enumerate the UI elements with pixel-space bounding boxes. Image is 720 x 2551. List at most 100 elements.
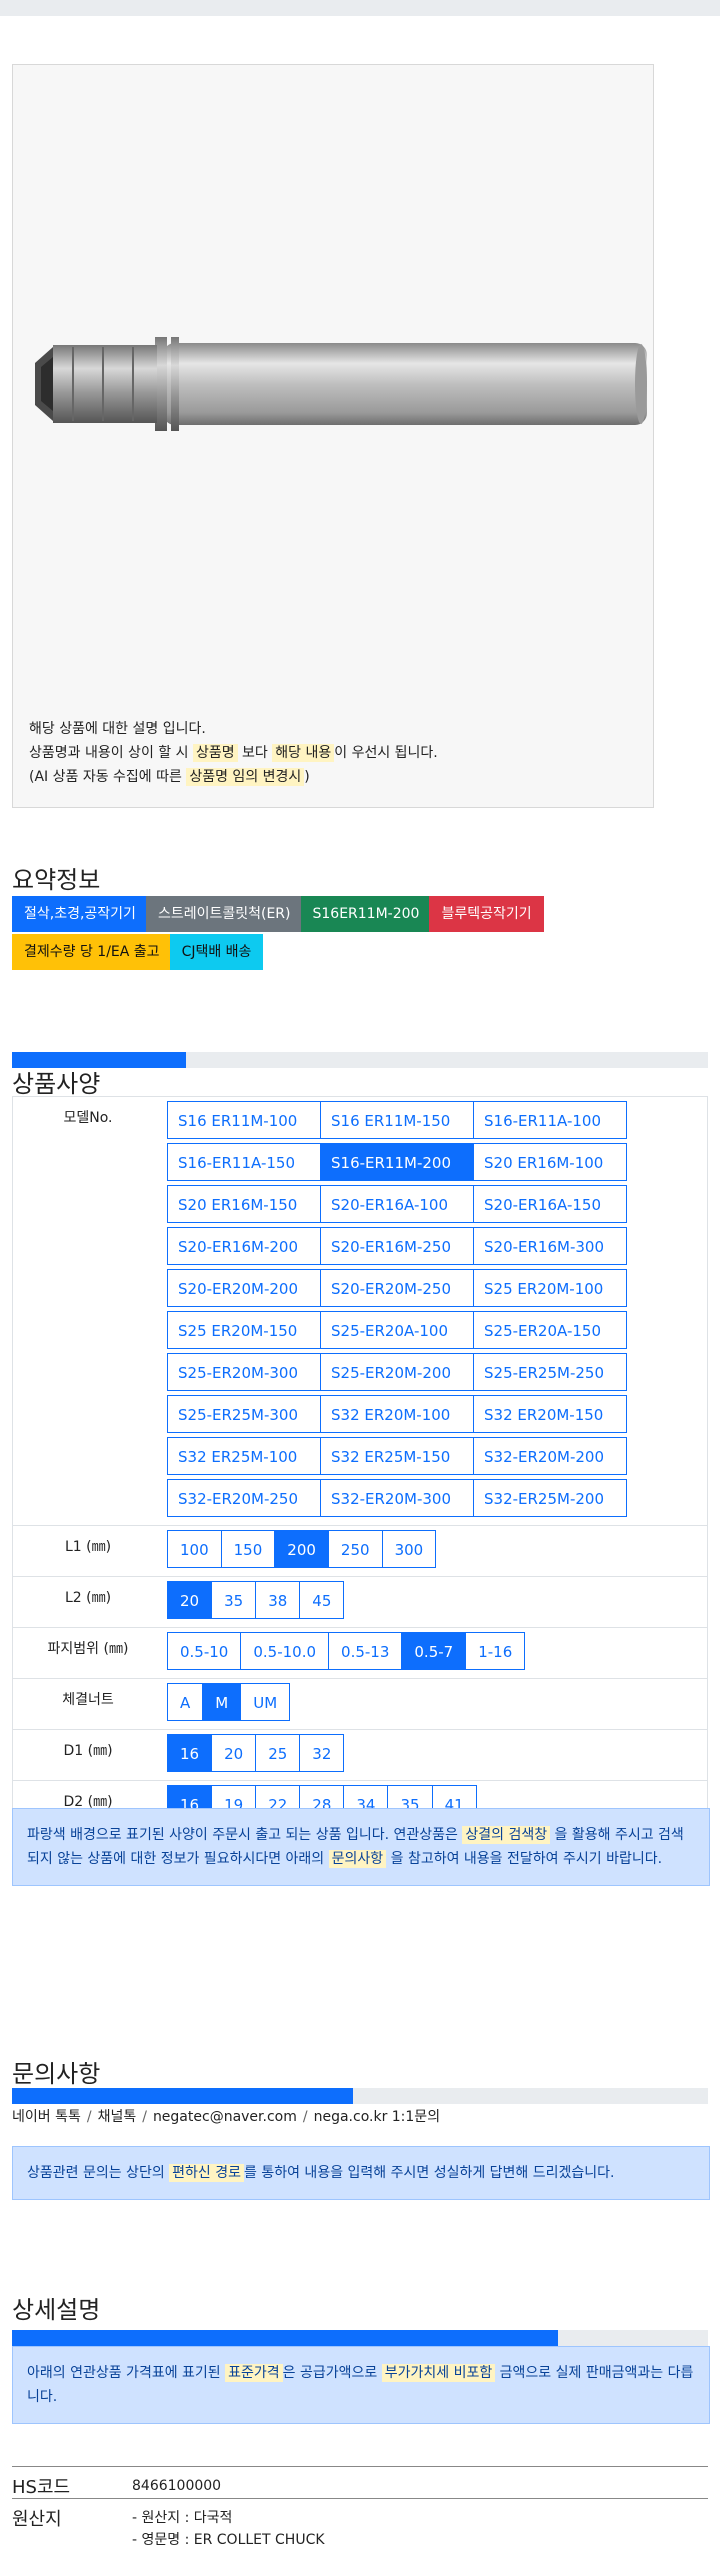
- spec-option-button[interactable]: S32-ER20M-300: [320, 1479, 474, 1517]
- hs-code-value: 8466100000: [132, 2478, 222, 2494]
- spec-option-button[interactable]: S32 ER20M-100: [320, 1395, 474, 1433]
- note-text: 상품관련 문의는 상단의: [27, 2165, 170, 2181]
- spec-option-button[interactable]: S25-ER20A-150: [473, 1311, 627, 1349]
- spec-option-button[interactable]: 1-16: [465, 1632, 526, 1670]
- summary-title: 요약정보: [12, 866, 101, 894]
- desc-text: 보다: [237, 745, 273, 761]
- spec-option-button[interactable]: S16-ER11A-100: [473, 1101, 627, 1139]
- spec-option-button[interactable]: S20-ER16M-300: [473, 1227, 627, 1265]
- desc-text: 이 우선시 됩니다.: [334, 745, 438, 761]
- spec-option-button[interactable]: S25 ER20M-100: [473, 1269, 627, 1307]
- note-highlight: 편하신 경로: [169, 2164, 245, 2182]
- link-separator: /: [302, 2109, 308, 2125]
- summary-badge: 블루텍공작기기: [429, 896, 544, 932]
- spec-option-button[interactable]: 20: [167, 1581, 213, 1619]
- spec-option-button[interactable]: S16-ER11M-200: [320, 1143, 474, 1181]
- inquiry-progress-fill: [12, 2088, 354, 2104]
- spec-option-button[interactable]: 35: [211, 1581, 257, 1619]
- spec-option-button[interactable]: S32-ER20M-250: [167, 1479, 321, 1517]
- spec-option-button[interactable]: 38: [255, 1581, 301, 1619]
- spec-row-options: 20 35 38 45: [163, 1576, 708, 1628]
- spec-option-button[interactable]: S16 ER11M-150: [320, 1101, 474, 1139]
- spec-option-button[interactable]: 0.5-7: [401, 1632, 467, 1670]
- spec-option-button[interactable]: 16: [167, 1734, 213, 1772]
- spec-option-button[interactable]: S20-ER16M-200: [167, 1227, 321, 1265]
- inquiry-progress-bar: [12, 2088, 708, 2104]
- inquiry-title: 문의사항: [12, 2060, 101, 2088]
- spec-option-button[interactable]: 0.5-13: [328, 1632, 403, 1670]
- spec-row-options: 0.5-10 0.5-10.0 0.5-13 0.5-7 1-16: [163, 1627, 708, 1679]
- spec-option-button[interactable]: S20 ER16M-150: [167, 1185, 321, 1223]
- spec-option-button[interactable]: 0.5-10.0: [240, 1632, 330, 1670]
- note-text: 를 통하여 내용을 입력해 주시면 성실하게 답변해 드리겠습니다.: [244, 2165, 615, 2181]
- spec-option-button[interactable]: 0.5-10: [167, 1632, 242, 1670]
- summary-badges: 절삭,초경,공작기기 스트레이트콜릿척(ER) S16ER11M-200 블루텍공작기…: [12, 896, 652, 972]
- detail-progress-bar: [12, 2330, 708, 2346]
- note-highlight: 문의사항: [328, 1850, 387, 1868]
- spec-option-button[interactable]: S25-ER25M-250: [473, 1353, 627, 1391]
- desc-line-1: 해당 상품에 대한 설명 입니다.: [29, 721, 206, 737]
- spec-option-button[interactable]: 200: [274, 1530, 329, 1568]
- spec-option-button[interactable]: S32 ER25M-100: [167, 1437, 321, 1475]
- spec-option-button[interactable]: S16-ER11A-150: [167, 1143, 321, 1181]
- desc-text: (AI 상품 자동 수집에 따른: [29, 769, 187, 785]
- spec-option-button[interactable]: S25-ER25M-300: [167, 1395, 321, 1433]
- summary-badge: 절삭,초경,공작기기: [12, 896, 148, 932]
- spec-progress-bar: [12, 1052, 708, 1068]
- summary-badge: S16ER11M-200: [300, 896, 432, 932]
- spec-row-label: L1 (㎜): [12, 1525, 163, 1577]
- inquiry-note: 상품관련 문의는 상단의 편하신 경로 를 통하여 내용을 입력해 주시면 성실하…: [12, 2146, 710, 2200]
- spec-row-label: L2 (㎜): [12, 1576, 163, 1628]
- link-separator: /: [142, 2109, 147, 2125]
- summary-badge: 결제수량 당 1/EA 출고: [12, 934, 172, 970]
- email-link[interactable]: negatec@naver.com: [153, 2109, 297, 2125]
- note-text: 파랑색 배경으로 표기된 사양이 주문시 출고 되는 상품 입니다. 연관상품은: [27, 1827, 463, 1843]
- inquiry-links: 네이버 톡톡 / 채널톡 / negatec@naver.com / nega.co.kr …: [12, 2106, 440, 2126]
- spec-option-button[interactable]: 300: [381, 1530, 437, 1568]
- spec-option-button[interactable]: S16 ER11M-100: [167, 1101, 321, 1139]
- spec-option-button[interactable]: S20-ER16A-150: [473, 1185, 627, 1223]
- spec-option-button[interactable]: 250: [327, 1530, 383, 1568]
- spec-option-button[interactable]: 25: [255, 1734, 301, 1772]
- naver-talk-link[interactable]: 네이버 톡톡: [12, 2109, 81, 2125]
- summary-badge: 스트레이트콜릿척(ER): [145, 896, 303, 932]
- desc-highlight: 상품명: [192, 744, 238, 762]
- spec-option-button[interactable]: S32 ER25M-150: [320, 1437, 474, 1475]
- spec-option-button[interactable]: S20-ER20M-250: [320, 1269, 474, 1307]
- spec-option-button[interactable]: S25-ER20M-300: [167, 1353, 321, 1391]
- spec-row-options: S16 ER11M-100 S16 ER11M-150 S16-ER11A-100 S…: [163, 1096, 708, 1526]
- spec-option-button[interactable]: S32-ER25M-200: [473, 1479, 627, 1517]
- spec-option-button[interactable]: S20 ER16M-100: [473, 1143, 627, 1181]
- spec-option-button[interactable]: 32: [299, 1734, 345, 1772]
- spec-option-button[interactable]: S25 ER20M-150: [167, 1311, 321, 1349]
- spec-option-button[interactable]: S32-ER20M-200: [473, 1437, 627, 1475]
- spec-option-button[interactable]: S20-ER20M-200: [167, 1269, 321, 1307]
- spec-option-button[interactable]: S32 ER20M-150: [473, 1395, 627, 1433]
- spec-option-button[interactable]: 45: [299, 1581, 345, 1619]
- channel-talk-link[interactable]: 채널톡: [98, 2109, 137, 2125]
- desc-line-2: 상품명과 내용이 상이 할 시 상품명 보다 해당 내용 이 우선시 됩니다.: [29, 741, 438, 765]
- site-inquiry-link[interactable]: nega.co.kr 1:1문의: [314, 2109, 440, 2125]
- spec-row: 체결너트 A M UM: [12, 1678, 708, 1730]
- hs-code-row: HS코드 8466100000: [12, 2466, 708, 2501]
- detail-note: 아래의 연관상품 가격표에 표기된 표준가격 은 공급가액으로 부가가치세 비포함…: [12, 2346, 710, 2424]
- spec-row: 모델No. S16 ER11M-100 S16 ER11M-150 S16-ER11A…: [12, 1096, 708, 1526]
- spec-option-button[interactable]: 100: [167, 1530, 222, 1568]
- spec-option-button[interactable]: S25-ER20A-100: [320, 1311, 474, 1349]
- spec-option-button[interactable]: S20-ER16M-250: [320, 1227, 474, 1265]
- spec-option-button[interactable]: S25-ER20M-200: [320, 1353, 474, 1391]
- origin-value: - 원산지 : 다국적 - 영문명 : ER COLLET CHUCK: [132, 2507, 325, 2551]
- spec-option-button[interactable]: S20-ER16A-100: [320, 1185, 474, 1223]
- spec-option-button[interactable]: UM: [240, 1683, 291, 1721]
- spec-row-label: 모델No.: [12, 1096, 163, 1526]
- spec-option-button[interactable]: 150: [220, 1530, 276, 1568]
- spec-option-button[interactable]: M: [202, 1683, 242, 1721]
- spec-option-button[interactable]: A: [167, 1683, 204, 1721]
- detail-progress-fill: [12, 2330, 559, 2346]
- spec-option-button[interactable]: 20: [211, 1734, 257, 1772]
- spec-row: L1 (㎜) 100 150 200 250 300: [12, 1525, 708, 1577]
- spec-row-label: 체결너트: [12, 1678, 163, 1730]
- spec-row-options: 16 20 25 32: [163, 1729, 708, 1781]
- origin-row: 원산지 - 원산지 : 다국적 - 영문명 : ER COLLET CHUCK: [12, 2498, 708, 2551]
- collet-chuck-image: [35, 337, 647, 431]
